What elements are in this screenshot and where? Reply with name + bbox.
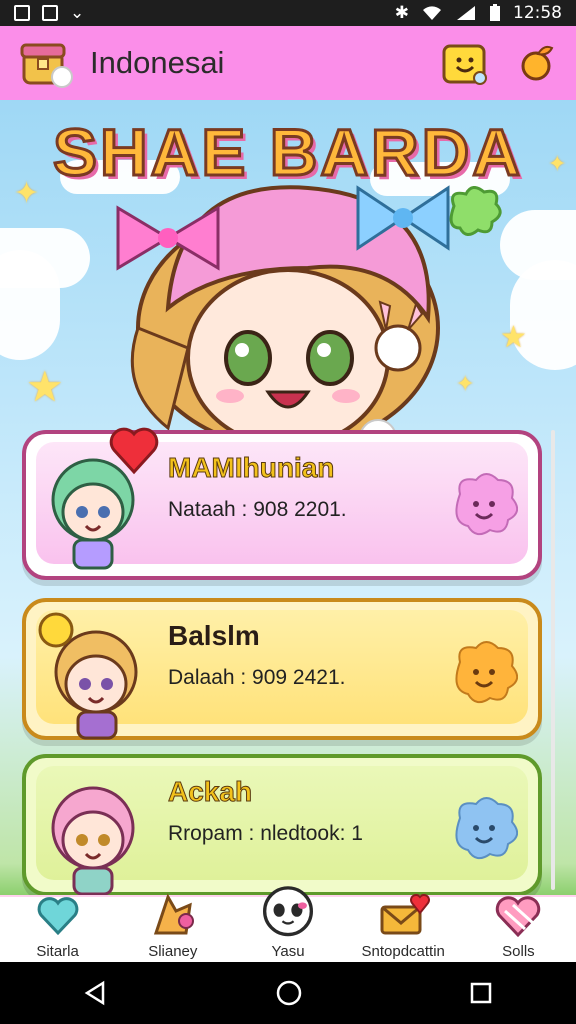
system-navigation-bar [0, 962, 576, 1024]
wifi-icon [423, 6, 441, 20]
app-bar: Indonesai [0, 26, 576, 100]
nav-label: Yasu [271, 943, 305, 960]
fruit-icon[interactable] [516, 42, 558, 84]
card-avatar-pink-hair [51, 786, 135, 895]
signal-icon [457, 6, 475, 20]
player-card-1[interactable]: MAMIhunian Nataah : 908 2201. [22, 427, 542, 580]
main-content: ✦ ★ ★ ✦ ✦ SHAE BARDA MAMIhunian Nataah:… [0, 100, 576, 895]
panda-face-icon [263, 886, 313, 937]
blue-smile-blob-icon [455, 797, 518, 860]
nav-item-sitarla[interactable]: Sitarla [0, 897, 115, 964]
app-bar-actions [442, 40, 558, 86]
treasure-bag-icon[interactable] [18, 37, 74, 89]
star-decoration: ★ [500, 320, 527, 355]
status-time: 12:58 [513, 3, 562, 23]
smile-badge-icon[interactable] [442, 40, 488, 86]
home-icon[interactable] [275, 979, 303, 1007]
gallery-notification-icon [14, 5, 30, 21]
nav-item-solls[interactable]: Solls [461, 896, 576, 964]
heart-badge-icon [109, 427, 159, 475]
card-name: Balslm [168, 620, 260, 651]
star-decoration: ★ [26, 362, 64, 411]
fox-icon [153, 893, 194, 935]
content-scrollbar[interactable] [551, 430, 555, 890]
nav-item-yasu[interactable]: Yasu [230, 886, 345, 964]
player-card-2[interactable]: Balslm Dalaah : 909 2421. [22, 598, 542, 740]
nav-label: Sitarla [36, 943, 79, 960]
player-card-3[interactable]: Ackah Rropam : nledtook: 1 [22, 754, 542, 895]
cloud-decoration [0, 250, 60, 360]
envelope-heart-icon [380, 894, 431, 935]
recents-icon[interactable] [469, 981, 493, 1005]
bluetooth-icon: ✱ [394, 3, 409, 23]
heart-balloon-icon [37, 897, 78, 936]
nav-item-sntopdcattin[interactable]: Sntopdcattin [346, 894, 461, 964]
nav-label: Solls [502, 943, 535, 960]
status-bar: ⌄ ✱ 12:58 [0, 0, 576, 26]
striped-heart-icon [496, 896, 541, 938]
status-left: ⌄ [14, 3, 84, 23]
nav-item-slianey[interactable]: Slianey [115, 893, 230, 964]
app-notification-icon [42, 5, 58, 21]
card-detail: Dalaah : 909 2421. [168, 666, 346, 689]
card-detail: Nataah : 908 2201. [168, 498, 347, 521]
card-name: MAMIhunian [167, 452, 335, 484]
back-icon[interactable] [83, 980, 109, 1006]
battery-icon [490, 4, 500, 21]
nav-label: Slianey [148, 943, 198, 960]
bottom-navigation: Sitarla Slianey Yasu Sntopdcattin Solls [0, 886, 576, 964]
pink-smile-blob-icon [455, 473, 518, 536]
status-right: ✱ 12:58 [395, 3, 562, 23]
card-detail: Rropam : nledtook: 1 [168, 822, 363, 845]
card-avatar-blonde-hair [38, 612, 138, 740]
expand-chevron-icon: ⌄ [70, 3, 85, 23]
orange-smile-blob-icon [455, 641, 518, 704]
card-name: Ackah [167, 776, 253, 808]
app-title: Indonesai [90, 45, 225, 80]
nav-label: Sntopdcattin [361, 943, 445, 960]
